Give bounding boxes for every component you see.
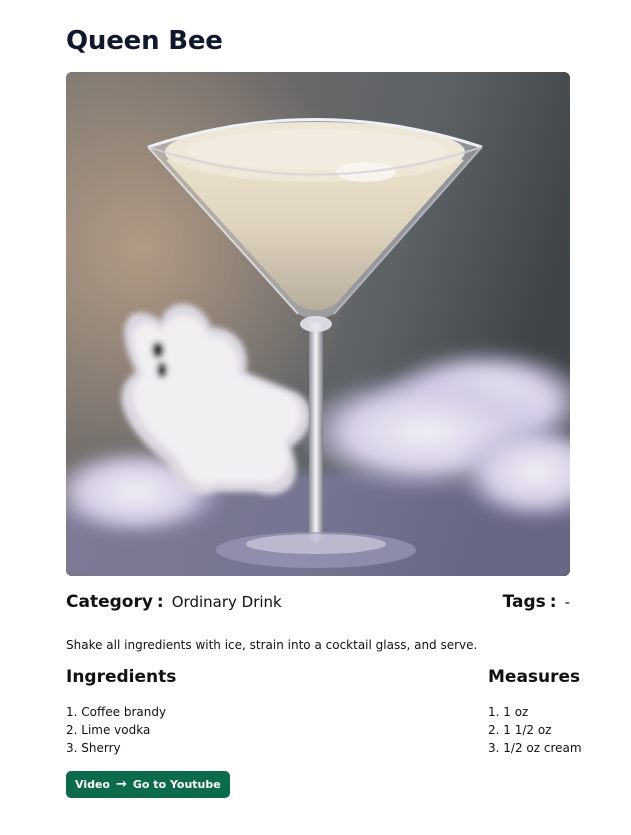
measures-heading: Measures (488, 667, 581, 687)
drink-photo (66, 72, 570, 576)
category-value: Ordinary Drink (171, 593, 282, 611)
tags-separator: : (549, 592, 557, 612)
drink-photo-illustration (66, 72, 570, 576)
category-separator: : (156, 592, 164, 612)
category-group: Category : Ordinary Drink (66, 592, 282, 612)
tags-value: - (564, 593, 570, 611)
measure-item: 1. 1 oz (488, 705, 529, 719)
instructions-text: Shake all ingredients with ice, strain i… (66, 638, 478, 652)
youtube-video-button[interactable]: Video → Go to Youtube (66, 771, 230, 798)
ingredient-item: 1. Coffee brandy (66, 705, 167, 719)
ingredient-item: 2. Lime vodka (66, 723, 151, 737)
meta-row: Category : Ordinary Drink Tags : - (66, 590, 570, 614)
ingredient-item: 3. Sherry (66, 741, 121, 755)
ingredients-heading: Ingredients (66, 667, 177, 687)
tags-label: Tags (502, 592, 546, 612)
category-label: Category (66, 592, 153, 612)
measure-item: 3. 1/2 oz cream (488, 741, 582, 755)
tags-group: Tags : - (503, 592, 570, 612)
page-title: Queen Bee (66, 26, 223, 56)
arrow-right-icon: → (115, 777, 127, 792)
measures-list: 1. 1 oz 2. 1 1/2 oz 3. 1/2 oz cream (488, 703, 582, 757)
go-to-youtube-label: Go to Youtube (132, 778, 221, 791)
ingredients-list: 1. Coffee brandy 2. Lime vodka 3. Sherry (66, 703, 166, 757)
measure-item: 2. 1 1/2 oz (488, 723, 552, 737)
video-label: Video (75, 778, 110, 791)
